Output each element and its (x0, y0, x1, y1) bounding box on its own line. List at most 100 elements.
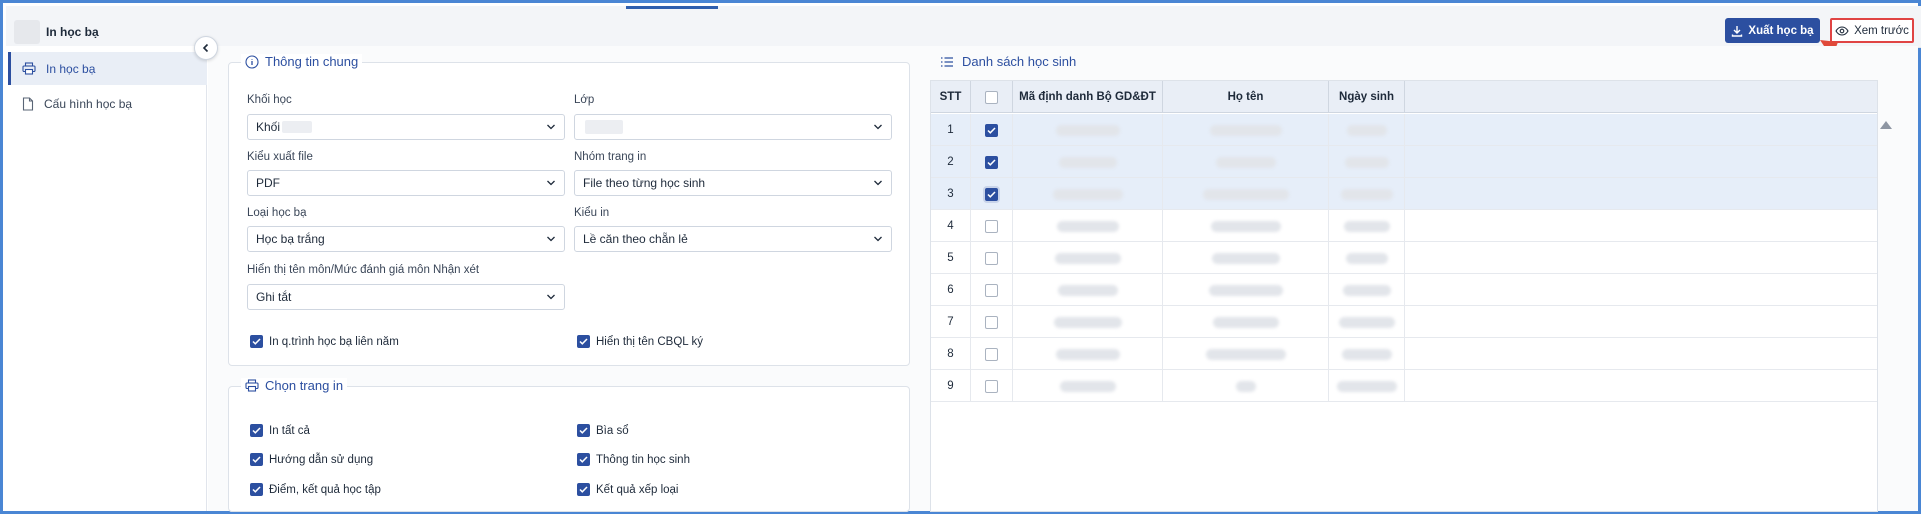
checkbox-unchecked-icon[interactable] (985, 315, 998, 329)
general-info-legend: Thông tin chung (241, 54, 363, 69)
option-history-checkbox[interactable]: In q.trình học bạ liên năm (250, 335, 399, 348)
sidebar-item-label: Cấu hình học bạ (44, 96, 133, 111)
grade-label: Khối học (247, 94, 292, 106)
page-all-checkbox[interactable]: In tất cả (250, 424, 310, 437)
table-row[interactable]: 8 (931, 338, 1877, 370)
student-list-title: Danh sách học sinh (962, 54, 1077, 69)
scroll-up-icon[interactable] (1880, 121, 1892, 129)
column-header-id[interactable]: Mã định danh Bộ GD&ĐT (1013, 81, 1163, 113)
table-row[interactable]: 2 (931, 146, 1877, 178)
cell-select[interactable] (971, 114, 1013, 146)
cell-select[interactable] (971, 178, 1013, 210)
checkbox-checked-icon[interactable] (577, 483, 590, 496)
checkbox-checked-icon[interactable] (577, 335, 590, 348)
redacted-text (1054, 252, 1121, 264)
checkbox-checked-icon[interactable] (985, 187, 998, 201)
print-group-select[interactable]: File theo từng học sinh (574, 170, 892, 196)
record-type-value: Học bạ trắng (256, 232, 325, 246)
checkbox-checked-icon[interactable] (577, 453, 590, 466)
student-list-header: Danh sách học sinh (940, 54, 1076, 69)
cell-select[interactable] (971, 306, 1013, 338)
cell-stt: 5 (931, 242, 971, 274)
column-header-stt[interactable]: STT (931, 81, 971, 113)
table-header: STT Mã định danh Bộ GD&ĐT Họ tên Ngày si… (931, 81, 1877, 113)
general-info-panel: Thông tin chung (228, 54, 910, 366)
checkbox-unchecked-icon[interactable] (985, 251, 998, 265)
select-all-checkbox[interactable] (985, 90, 998, 104)
chevron-down-icon (874, 236, 882, 242)
redacted-text (1338, 316, 1395, 328)
table-row[interactable]: 3 (931, 178, 1877, 210)
page-option-label: In tất cả (269, 424, 310, 437)
cell-name (1163, 370, 1329, 402)
file-type-select[interactable]: PDF (247, 170, 565, 196)
checkbox-checked-icon[interactable] (250, 483, 263, 496)
redacted-text (1344, 156, 1389, 168)
record-type-select[interactable]: Học bạ trắng (247, 226, 565, 252)
export-button-label: Xuất học bạ (1748, 24, 1814, 37)
checkbox-checked-icon[interactable] (985, 155, 998, 169)
grade-value: Khối (256, 120, 281, 134)
sidebar-item-cau-hinh-hoc-ba[interactable]: Cấu hình học bạ (8, 87, 207, 120)
cell-filler (1405, 146, 1877, 178)
table-row[interactable]: 6 (931, 274, 1877, 306)
cell-id (1013, 146, 1163, 178)
checkbox-checked-icon[interactable] (250, 453, 263, 466)
checkbox-checked-icon[interactable] (985, 123, 998, 137)
checkbox-checked-icon[interactable] (250, 335, 263, 348)
cell-dob (1329, 274, 1405, 306)
top-bar: In học bạ Xuất học bạ Xem trước (6, 6, 1921, 48)
table-row[interactable]: 9 (931, 370, 1877, 402)
record-type-label: Loại học bạ (247, 207, 307, 219)
column-header-select[interactable] (971, 81, 1013, 113)
option-cbql-checkbox[interactable]: Hiển thị tên CBQL ký (577, 335, 703, 348)
chevron-down-icon (547, 124, 555, 130)
list-icon (941, 56, 953, 67)
page-option-label: Kết quả xếp loại (596, 483, 679, 496)
cell-name (1163, 338, 1329, 370)
class-select[interactable] (574, 114, 892, 140)
checkbox-unchecked-icon[interactable] (985, 219, 998, 233)
checkbox-checked-icon[interactable] (577, 424, 590, 437)
cell-stt: 9 (931, 370, 971, 402)
redacted-text (1058, 156, 1117, 168)
page-guide-checkbox[interactable]: Hướng dẫn sử dụng (250, 453, 373, 466)
display-mode-select[interactable]: Ghi tắt (247, 284, 565, 310)
grade-select[interactable]: Khối (247, 114, 565, 140)
cell-stt: 6 (931, 274, 971, 306)
redacted-text (1215, 156, 1276, 168)
cell-dob (1329, 370, 1405, 402)
column-header-name[interactable]: Họ tên (1163, 81, 1329, 113)
redacted-text (282, 121, 313, 133)
checkbox-unchecked-icon[interactable] (985, 283, 998, 297)
option-label: In q.trình học bạ liên năm (269, 335, 399, 348)
cell-id (1013, 306, 1163, 338)
column-header-dob[interactable]: Ngày sinh (1329, 81, 1405, 113)
page-student-info-checkbox[interactable]: Thông tin học sinh (577, 453, 690, 466)
cell-select[interactable] (971, 146, 1013, 178)
checkbox-checked-icon[interactable] (250, 424, 263, 437)
collapse-sidebar-button[interactable] (194, 36, 218, 60)
sidebar-item-in-hoc-ba[interactable]: In học bạ (8, 52, 207, 85)
cell-select[interactable] (971, 338, 1013, 370)
cell-select[interactable] (971, 370, 1013, 402)
sidebar-item-label: In học bạ (46, 61, 96, 76)
table-row[interactable]: 1 (931, 114, 1877, 146)
page-ranking-checkbox[interactable]: Kết quả xếp loại (577, 483, 678, 496)
table-row[interactable]: 7 (931, 306, 1877, 338)
print-style-select[interactable]: Lề căn theo chẵn lẻ (574, 226, 892, 252)
checkbox-unchecked-icon[interactable] (985, 379, 998, 393)
cell-dob (1329, 306, 1405, 338)
info-icon (245, 54, 259, 69)
page-scores-checkbox[interactable]: Điểm, kết quả học tập (250, 483, 381, 496)
cell-dob (1329, 242, 1405, 274)
cell-dob (1329, 338, 1405, 370)
table-row[interactable]: 5 (931, 242, 1877, 274)
cell-select[interactable] (971, 242, 1013, 274)
cell-select[interactable] (971, 210, 1013, 242)
table-row[interactable]: 4 (931, 210, 1877, 242)
page-cover-checkbox[interactable]: Bìa sổ (577, 424, 629, 437)
cell-select[interactable] (971, 274, 1013, 306)
document-icon (22, 96, 34, 111)
checkbox-unchecked-icon[interactable] (985, 347, 998, 361)
